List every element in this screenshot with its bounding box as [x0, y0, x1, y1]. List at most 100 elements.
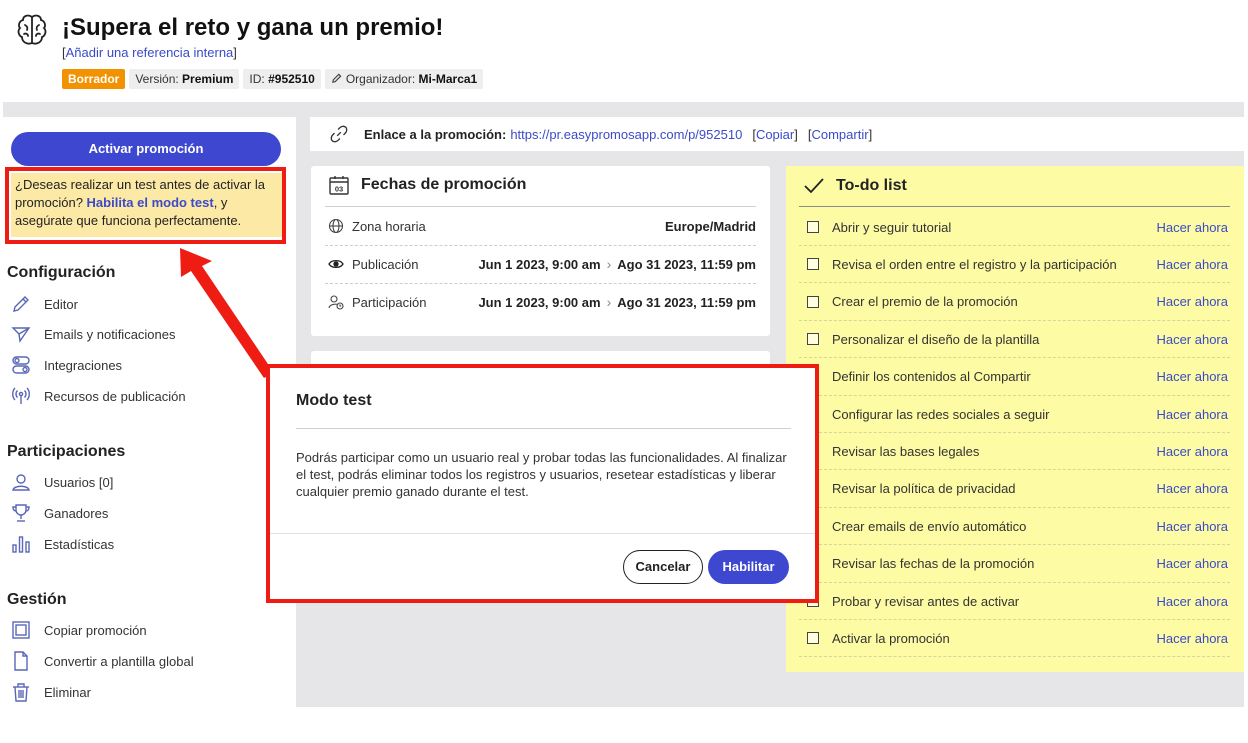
user-clock-icon [328, 295, 344, 310]
sidebar-item-usuarios[interactable]: Usuarios [0] [11, 471, 113, 493]
sidebar-item-plantilla[interactable]: Convertir a plantilla global [11, 650, 194, 672]
publication-row: Publicación Jun 1 2023, 9:00 am › Ago 31… [328, 253, 756, 275]
todo-item-label: Configurar las redes sociales a seguir [832, 406, 1050, 422]
document-icon [14, 651, 28, 671]
todo-item: Probar y revisar antes de activar Hacer a… [799, 583, 1230, 620]
participation-row: Participación Jun 1 2023, 9:00 am › Ago … [328, 291, 756, 313]
sidebar-item-estadisticas[interactable]: Estadísticas [11, 533, 114, 555]
trophy-icon [12, 504, 30, 522]
divider [325, 283, 756, 284]
section-title-participaciones: Participaciones [7, 443, 126, 460]
do-now-link[interactable]: Hacer ahora [1156, 369, 1228, 384]
sidebar-item-label: Integraciones [44, 357, 123, 373]
copy-icon [12, 621, 30, 639]
sidebar-item-label: Copiar promoción [44, 622, 147, 638]
sidebar-item-emails[interactable]: Emails y notificaciones [11, 323, 176, 345]
share-link[interactable]: [Compartir] [808, 127, 872, 142]
ref-link-label[interactable]: Añadir una referencia interna [66, 45, 234, 60]
copy-link-label: Copiar [755, 126, 795, 142]
todo-checkbox[interactable] [807, 295, 819, 308]
todo-checkbox[interactable] [807, 632, 819, 645]
timezone-value: Europe/Madrid [664, 218, 756, 234]
todo-item: Crear el premio de la promoción Hacer aho… [799, 284, 1230, 321]
do-now-link[interactable]: Hacer ahora [1156, 519, 1228, 534]
id-badge: ID: #952510 [243, 69, 321, 89]
do-now-link[interactable]: Hacer ahora [1156, 332, 1228, 347]
section-title-configuracion: Configuración [7, 264, 116, 281]
chevron-right-icon: › [606, 256, 612, 272]
sidebar-item-label: Estadísticas [44, 536, 115, 552]
dates-card-title: 03 Fechas de promoción [328, 174, 526, 196]
dates-title-text: Fechas de promoción [361, 176, 527, 193]
sidebar-item-recursos[interactable]: Recursos de publicación [11, 385, 186, 407]
sidebar-item-integraciones[interactable]: Integraciones [11, 354, 122, 376]
version-value: Premium [182, 72, 234, 86]
badge-row: Borrador Versión: Premium ID: #952510 Or… [62, 69, 484, 89]
copy-link[interactable]: [Copiar] [752, 127, 798, 142]
activate-promotion-button[interactable]: Activar promoción [11, 132, 281, 166]
do-now-link[interactable]: Hacer ahora [1156, 481, 1228, 496]
todo-item: Crear emails de envío automático Hacer ah… [799, 508, 1230, 546]
publication-end: Ago 31 2023, 11:59 pm [617, 256, 756, 272]
todo-list-card: To-do list Abrir y seguir tutorial Hacer … [786, 166, 1244, 672]
link-label: Enlace a la promoción: [364, 126, 507, 142]
sidebar-item-ganadores[interactable]: Ganadores [11, 502, 108, 524]
status-badge: Borrador [62, 69, 126, 89]
divider [270, 533, 815, 534]
todo-checkbox[interactable] [807, 333, 819, 346]
todo-item-label: Personalizar el diseño de la plantilla [832, 331, 1040, 347]
id-value: #952510 [268, 72, 315, 86]
do-now-link[interactable]: Hacer ahora [1156, 556, 1228, 571]
sidebar-item-label: Emails y notificaciones [44, 326, 176, 342]
organizer-value: Mi-Marca1 [418, 72, 478, 86]
todo-checkbox[interactable] [807, 221, 819, 233]
timezone-row: Zona horaria Europe/Madrid [328, 215, 756, 237]
todo-item: Abrir y seguir tutorial Hacer ahora [799, 209, 1230, 246]
trash-icon [13, 683, 29, 702]
internal-reference-link[interactable]: [Añadir una referencia interna] [62, 45, 237, 60]
todo-item-label: Activar la promoción [832, 630, 950, 646]
todo-item: Revisar las bases legales Hacer ahora [799, 433, 1230, 471]
todo-title: To-do list [803, 176, 907, 196]
bar-chart-icon [12, 536, 30, 553]
divider [325, 206, 756, 207]
sidebar-item-label: Eliminar [44, 684, 91, 700]
sidebar-item-label: Usuarios [0] [44, 474, 114, 490]
participation-label: Participación [352, 294, 427, 310]
broadcast-icon [12, 387, 30, 404]
todo-item-label: Revisar las bases legales [832, 443, 980, 459]
enable-button[interactable]: Habilitar [708, 550, 789, 584]
modal-body: Podrás participar como un usuario real y… [296, 450, 787, 499]
version-badge: Versión: Premium [129, 69, 240, 89]
sidebar-item-eliminar[interactable]: Eliminar [11, 681, 91, 703]
timezone-label: Zona horaria [352, 218, 426, 234]
todo-item-label: Definir los contenidos al Compartir [832, 369, 1031, 385]
promotion-link-bar: Enlace a la promoción: https://pr.easypr… [310, 117, 1244, 151]
todo-checkbox[interactable] [807, 258, 819, 271]
version-label: Versión: [135, 72, 179, 86]
sidebar-item-copiar[interactable]: Copiar promoción [11, 619, 147, 641]
section-title-gestion: Gestión [7, 591, 67, 608]
promotion-url-link[interactable]: https://pr.easypromosapp.com/p/952510 [510, 127, 742, 142]
user-icon [12, 474, 30, 491]
cancel-button[interactable]: Cancelar [623, 550, 703, 584]
do-now-link[interactable]: Hacer ahora [1156, 407, 1228, 422]
organizer-badge[interactable]: Organizador: Mi-Marca1 [324, 69, 484, 89]
calendar-icon: 03 [329, 176, 349, 195]
todo-item: Configurar las redes sociales a seguir Ha… [799, 396, 1230, 433]
brain-icon [17, 14, 47, 45]
sidebar-item-editor[interactable]: Editor [11, 293, 78, 315]
todo-item: Revisa el orden entre el registro y la p… [799, 246, 1230, 284]
todo-title-text: To-do list [836, 177, 907, 194]
todo-item: Revisar las fechas de la promoción Hacer … [799, 546, 1230, 583]
do-now-link[interactable]: Hacer ahora [1156, 220, 1228, 235]
do-now-link[interactable]: Hacer ahora [1156, 257, 1228, 272]
do-now-link[interactable]: Hacer ahora [1156, 444, 1228, 459]
do-now-link[interactable]: Hacer ahora [1156, 631, 1228, 646]
publication-label: Publicación [352, 256, 419, 272]
test-mode-modal: Modo test Podrás participar como un usua… [270, 368, 815, 599]
do-now-link[interactable]: Hacer ahora [1156, 594, 1228, 609]
do-now-link[interactable]: Hacer ahora [1156, 294, 1228, 309]
globe-icon [328, 218, 344, 234]
modal-highlight: Modo test Podrás participar como un usua… [266, 364, 819, 603]
